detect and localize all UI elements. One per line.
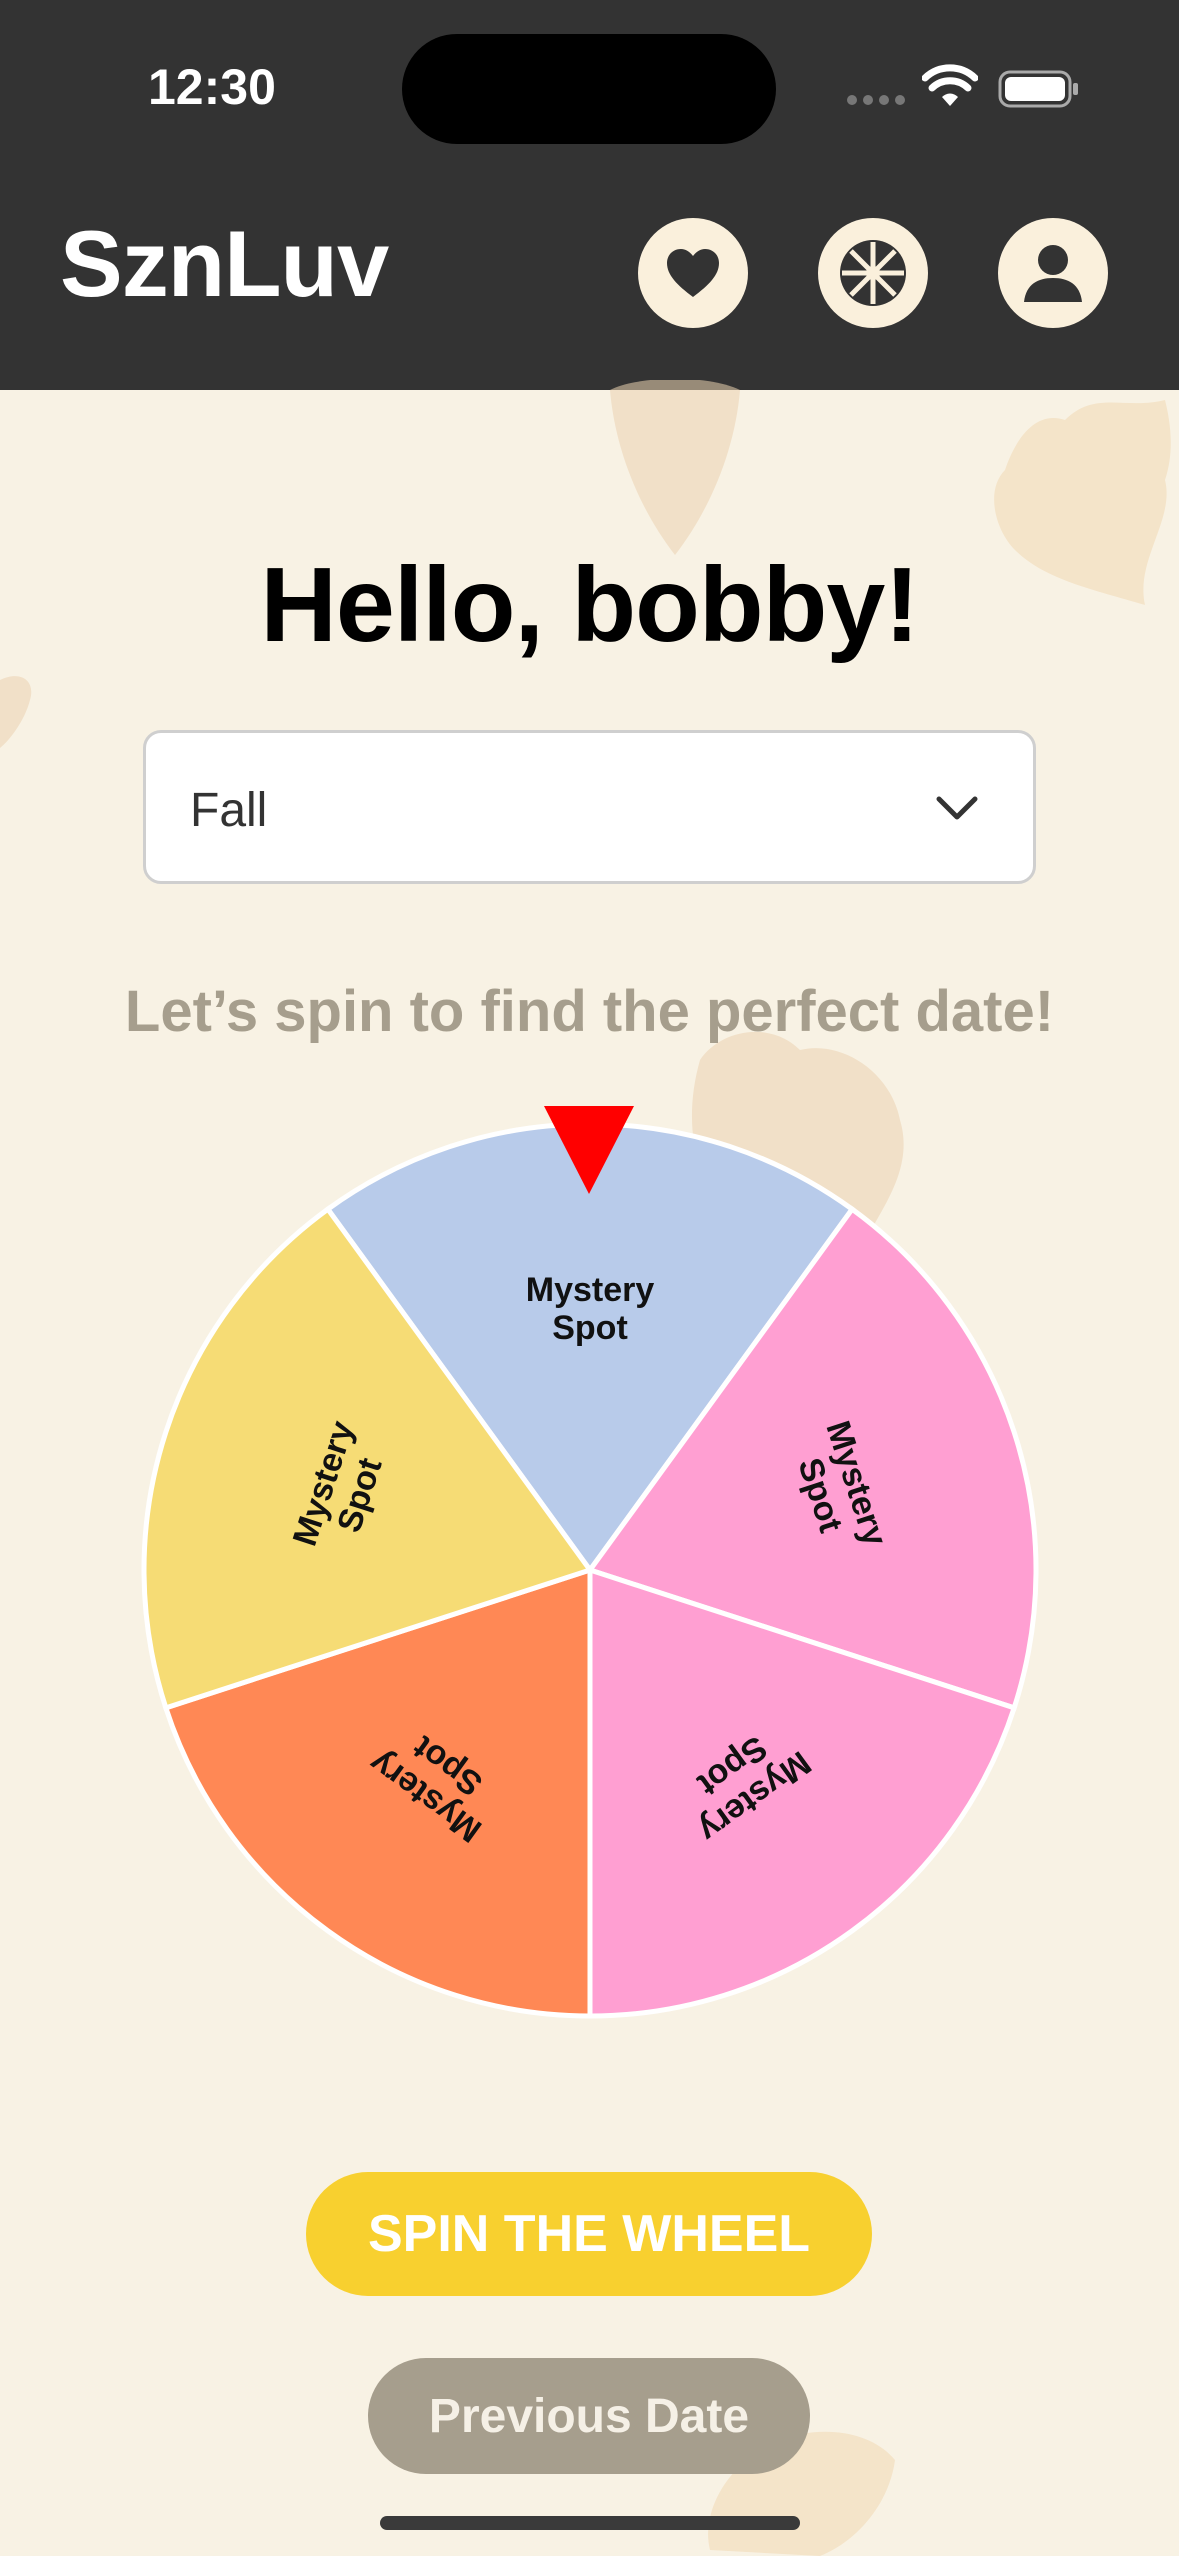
season-dropdown[interactable]: Fall — [143, 730, 1036, 884]
wifi-icon — [922, 64, 978, 106]
wheel-button[interactable] — [818, 218, 928, 328]
prize-wheel[interactable]: Mystery Spot Mystery Spot Mystery Spot Mystery… — [140, 1120, 1040, 2020]
dynamic-island — [402, 34, 776, 144]
season-selected-value: Fall — [190, 784, 268, 837]
wheel-label-line: Spot — [552, 1309, 628, 1347]
greeting-heading: Hello, bobby! — [260, 546, 919, 664]
battery-icon — [998, 70, 1078, 108]
cellular-signal-icon — [847, 95, 905, 105]
wheel-label-line: Mystery — [526, 1271, 655, 1309]
profile-button[interactable] — [998, 218, 1108, 328]
home-indicator — [380, 2516, 800, 2530]
favorites-button[interactable] — [638, 218, 748, 328]
wheel-pointer-icon — [544, 1106, 634, 1194]
profile-icon — [1024, 245, 1082, 302]
app-title: SznLuv — [60, 211, 389, 316]
previous-date-button[interactable]: Previous Date — [368, 2358, 810, 2474]
wheel-icon — [840, 240, 906, 306]
spin-instruction: Let’s spin to find the perfect date! — [124, 979, 1055, 1044]
status-time: 12:30 — [148, 59, 276, 115]
chevron-down-icon — [936, 796, 978, 820]
leaf-decoration — [610, 380, 740, 555]
wheel-graphic[interactable]: MysterySpotMysterySpotMysterySpotMystery… — [140, 1120, 1040, 2020]
spin-wheel-button[interactable]: SPIN THE WHEEL — [306, 2172, 872, 2296]
app-header: SznLuv — [0, 170, 1179, 390]
leaf-decoration — [0, 676, 32, 748]
heart-icon — [667, 249, 719, 297]
status-bar: 12:30 — [0, 0, 1179, 170]
